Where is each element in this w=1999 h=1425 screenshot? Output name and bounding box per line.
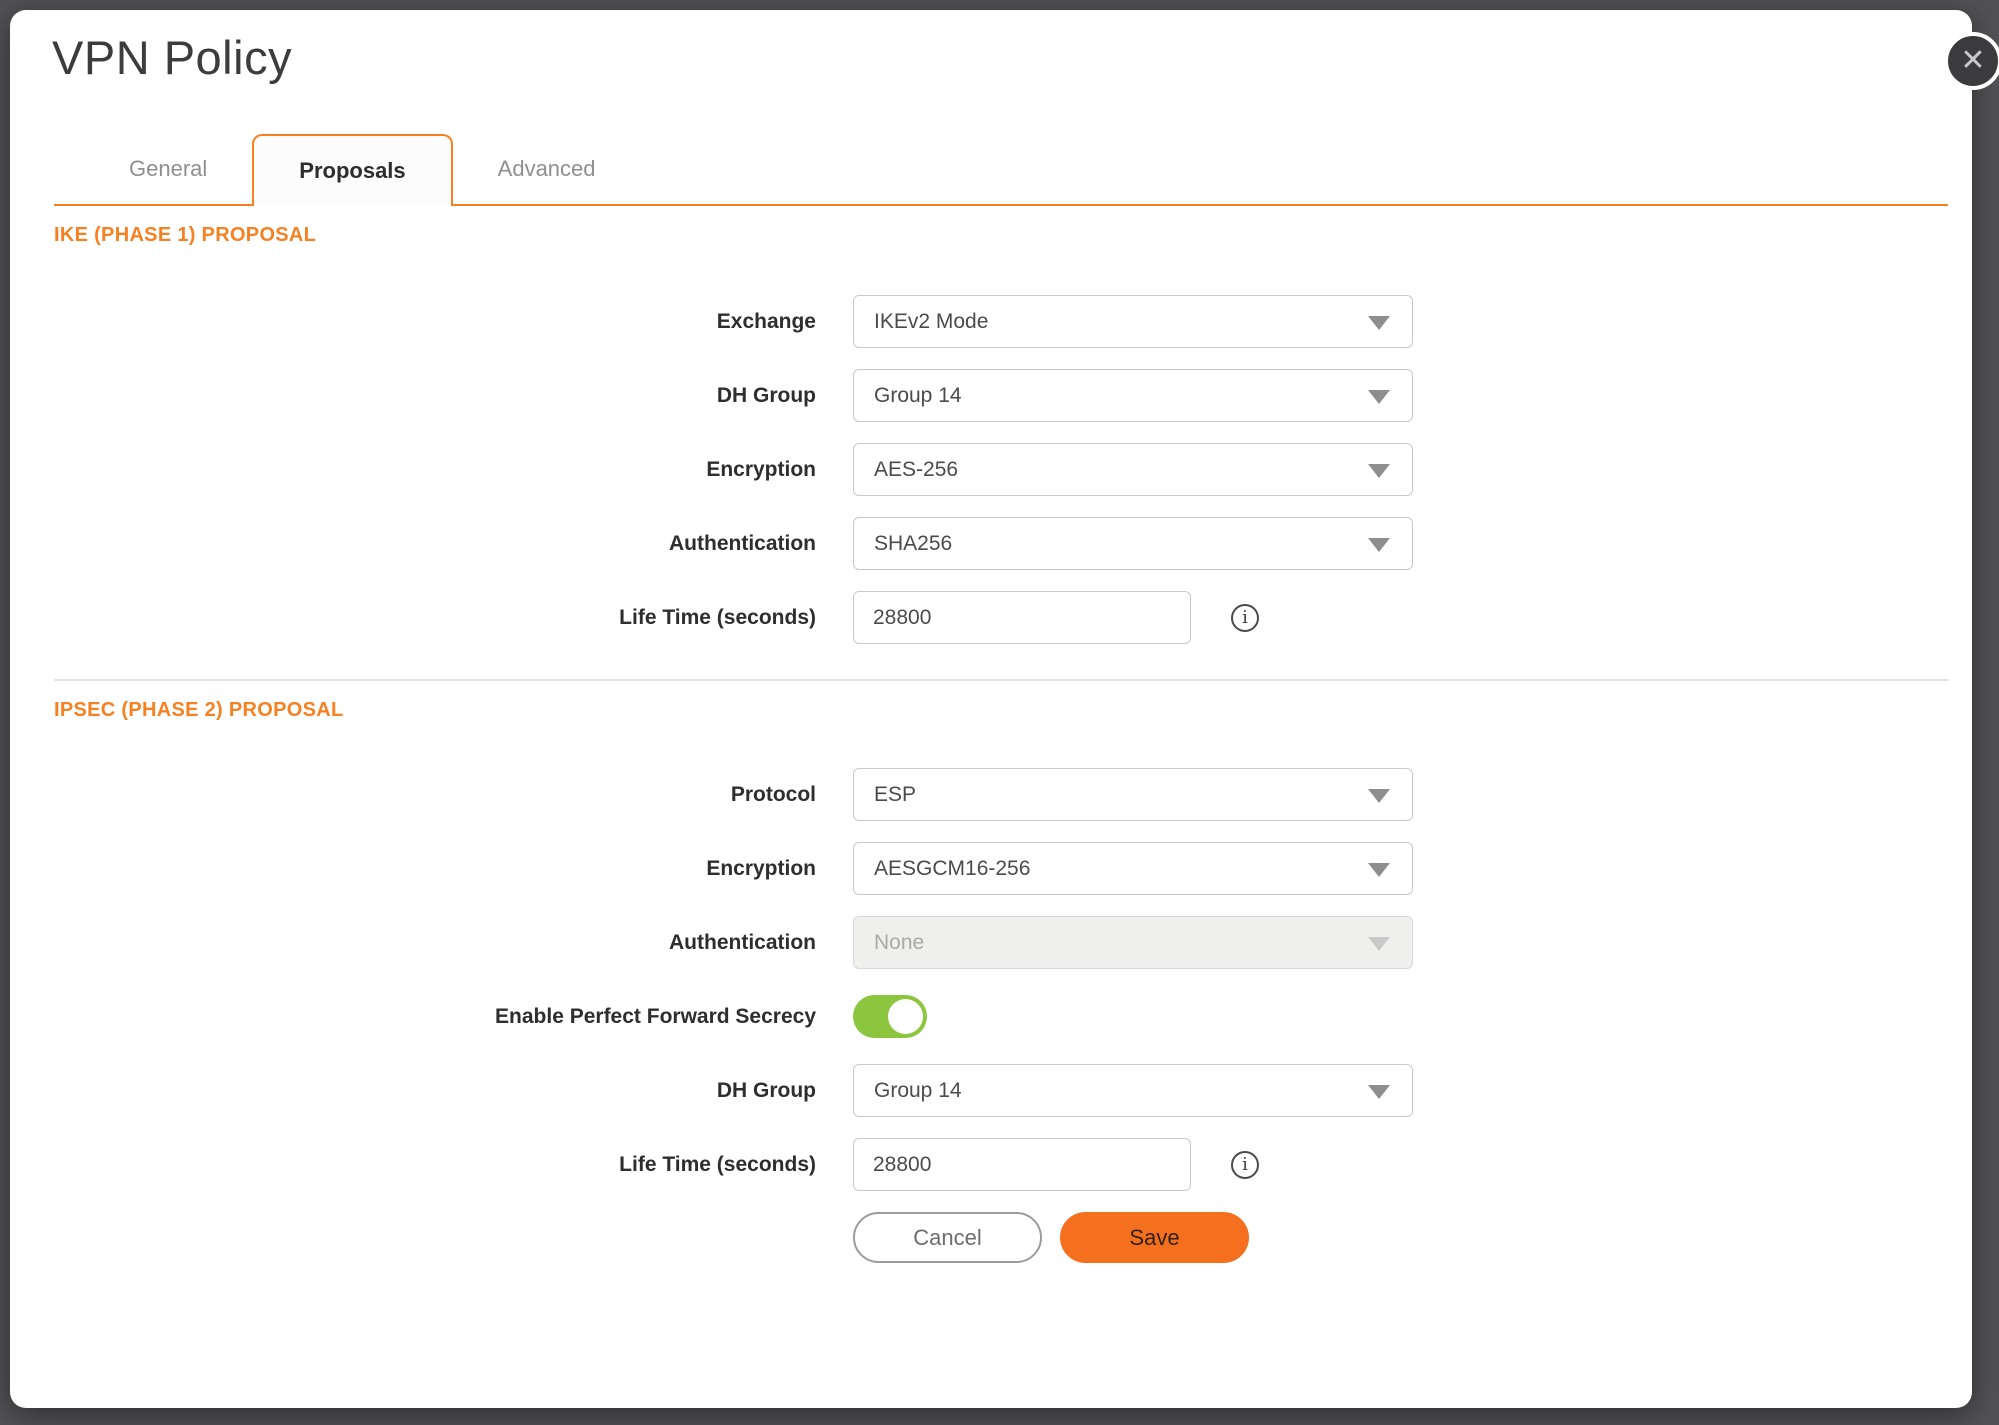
phase1-dh-group-label: DH Group bbox=[54, 384, 816, 408]
chevron-down-icon bbox=[1368, 464, 1390, 478]
phase1-section-heading: IKE (PHASE 1) PROPOSAL bbox=[54, 224, 1948, 247]
phase2-life-time-label: Life Time (seconds) bbox=[54, 1153, 816, 1177]
phase2-authentication-label: Authentication bbox=[54, 931, 816, 955]
close-button[interactable]: ✕ bbox=[1944, 32, 1999, 90]
phase1-authentication-select[interactable]: SHA256 bbox=[853, 517, 1413, 570]
protocol-row: Protocol ESP bbox=[54, 768, 1948, 821]
phase1-dh-group-row: DH Group Group 14 bbox=[54, 369, 1948, 422]
phase1-dh-group-value: Group 14 bbox=[874, 384, 962, 408]
exchange-row: Exchange IKEv2 Mode bbox=[54, 295, 1948, 348]
phase2-dh-group-select[interactable]: Group 14 bbox=[853, 1064, 1413, 1117]
exchange-label: Exchange bbox=[54, 310, 816, 334]
phase2-dh-group-label: DH Group bbox=[54, 1079, 816, 1103]
phase1-life-time-input[interactable] bbox=[853, 591, 1191, 644]
phase1-encryption-row: Encryption AES-256 bbox=[54, 443, 1948, 496]
phase1-encryption-value: AES-256 bbox=[874, 458, 958, 482]
tab-bar: General Proposals Advanced bbox=[54, 132, 1948, 206]
chevron-down-icon bbox=[1368, 390, 1390, 404]
phase2-authentication-value: None bbox=[874, 931, 924, 955]
phase2-form: Protocol ESP Encryption AESGCM16-256 bbox=[54, 768, 1948, 1191]
toggle-knob bbox=[888, 999, 923, 1034]
pfs-row: Enable Perfect Forward Secrecy bbox=[54, 990, 1948, 1043]
phase2-life-time-row: Life Time (seconds) i bbox=[54, 1138, 1948, 1191]
vpn-policy-dialog: VPN Policy General Proposals Advanced IK… bbox=[10, 10, 1972, 1408]
chevron-down-icon bbox=[1368, 789, 1390, 803]
phase2-encryption-label: Encryption bbox=[54, 857, 816, 881]
dialog-content: IKE (PHASE 1) PROPOSAL Exchange IKEv2 Mo… bbox=[10, 224, 1972, 1263]
phase1-life-time-row: Life Time (seconds) i bbox=[54, 591, 1948, 644]
phase2-encryption-select[interactable]: AESGCM16-256 bbox=[853, 842, 1413, 895]
phase2-encryption-row: Encryption AESGCM16-256 bbox=[54, 842, 1948, 895]
section-divider bbox=[54, 679, 1948, 681]
phase2-authentication-select-disabled: None bbox=[853, 916, 1413, 969]
phase2-authentication-row: Authentication None bbox=[54, 916, 1948, 969]
phase2-section-heading: IPSEC (PHASE 2) PROPOSAL bbox=[54, 699, 1948, 722]
chevron-down-icon bbox=[1368, 538, 1390, 552]
tab-proposals[interactable]: Proposals bbox=[252, 134, 452, 206]
phase2-encryption-value: AESGCM16-256 bbox=[874, 857, 1030, 881]
protocol-select[interactable]: ESP bbox=[853, 768, 1413, 821]
pfs-label: Enable Perfect Forward Secrecy bbox=[54, 1005, 816, 1029]
phase1-authentication-value: SHA256 bbox=[874, 532, 952, 556]
chevron-down-icon bbox=[1368, 1085, 1390, 1099]
tab-general[interactable]: General bbox=[84, 134, 252, 204]
phase1-authentication-label: Authentication bbox=[54, 532, 816, 556]
dialog-footer: Cancel Save bbox=[853, 1212, 1948, 1263]
chevron-down-icon bbox=[1368, 863, 1390, 877]
protocol-value: ESP bbox=[874, 783, 916, 807]
dialog-header: VPN Policy bbox=[10, 10, 1972, 86]
phase2-life-time-input[interactable] bbox=[853, 1138, 1191, 1191]
phase1-form: Exchange IKEv2 Mode DH Group Group 14 bbox=[54, 295, 1948, 644]
phase1-life-time-label: Life Time (seconds) bbox=[54, 606, 816, 630]
chevron-down-icon bbox=[1368, 937, 1390, 951]
phase1-dh-group-select[interactable]: Group 14 bbox=[853, 369, 1413, 422]
page-title: VPN Policy bbox=[52, 30, 1972, 86]
phase1-encryption-label: Encryption bbox=[54, 458, 816, 482]
protocol-label: Protocol bbox=[54, 783, 816, 807]
phase1-authentication-row: Authentication SHA256 bbox=[54, 517, 1948, 570]
chevron-down-icon bbox=[1368, 316, 1390, 330]
phase1-encryption-select[interactable]: AES-256 bbox=[853, 443, 1413, 496]
close-icon: ✕ bbox=[1960, 46, 1985, 76]
cancel-button[interactable]: Cancel bbox=[853, 1212, 1042, 1263]
tab-advanced[interactable]: Advanced bbox=[453, 134, 641, 204]
save-button[interactable]: Save bbox=[1060, 1212, 1249, 1263]
info-icon[interactable]: i bbox=[1231, 1151, 1259, 1179]
info-icon[interactable]: i bbox=[1231, 604, 1259, 632]
exchange-value: IKEv2 Mode bbox=[874, 310, 988, 334]
pfs-toggle[interactable] bbox=[853, 995, 927, 1038]
phase2-dh-group-value: Group 14 bbox=[874, 1079, 962, 1103]
phase2-dh-group-row: DH Group Group 14 bbox=[54, 1064, 1948, 1117]
exchange-select[interactable]: IKEv2 Mode bbox=[853, 295, 1413, 348]
